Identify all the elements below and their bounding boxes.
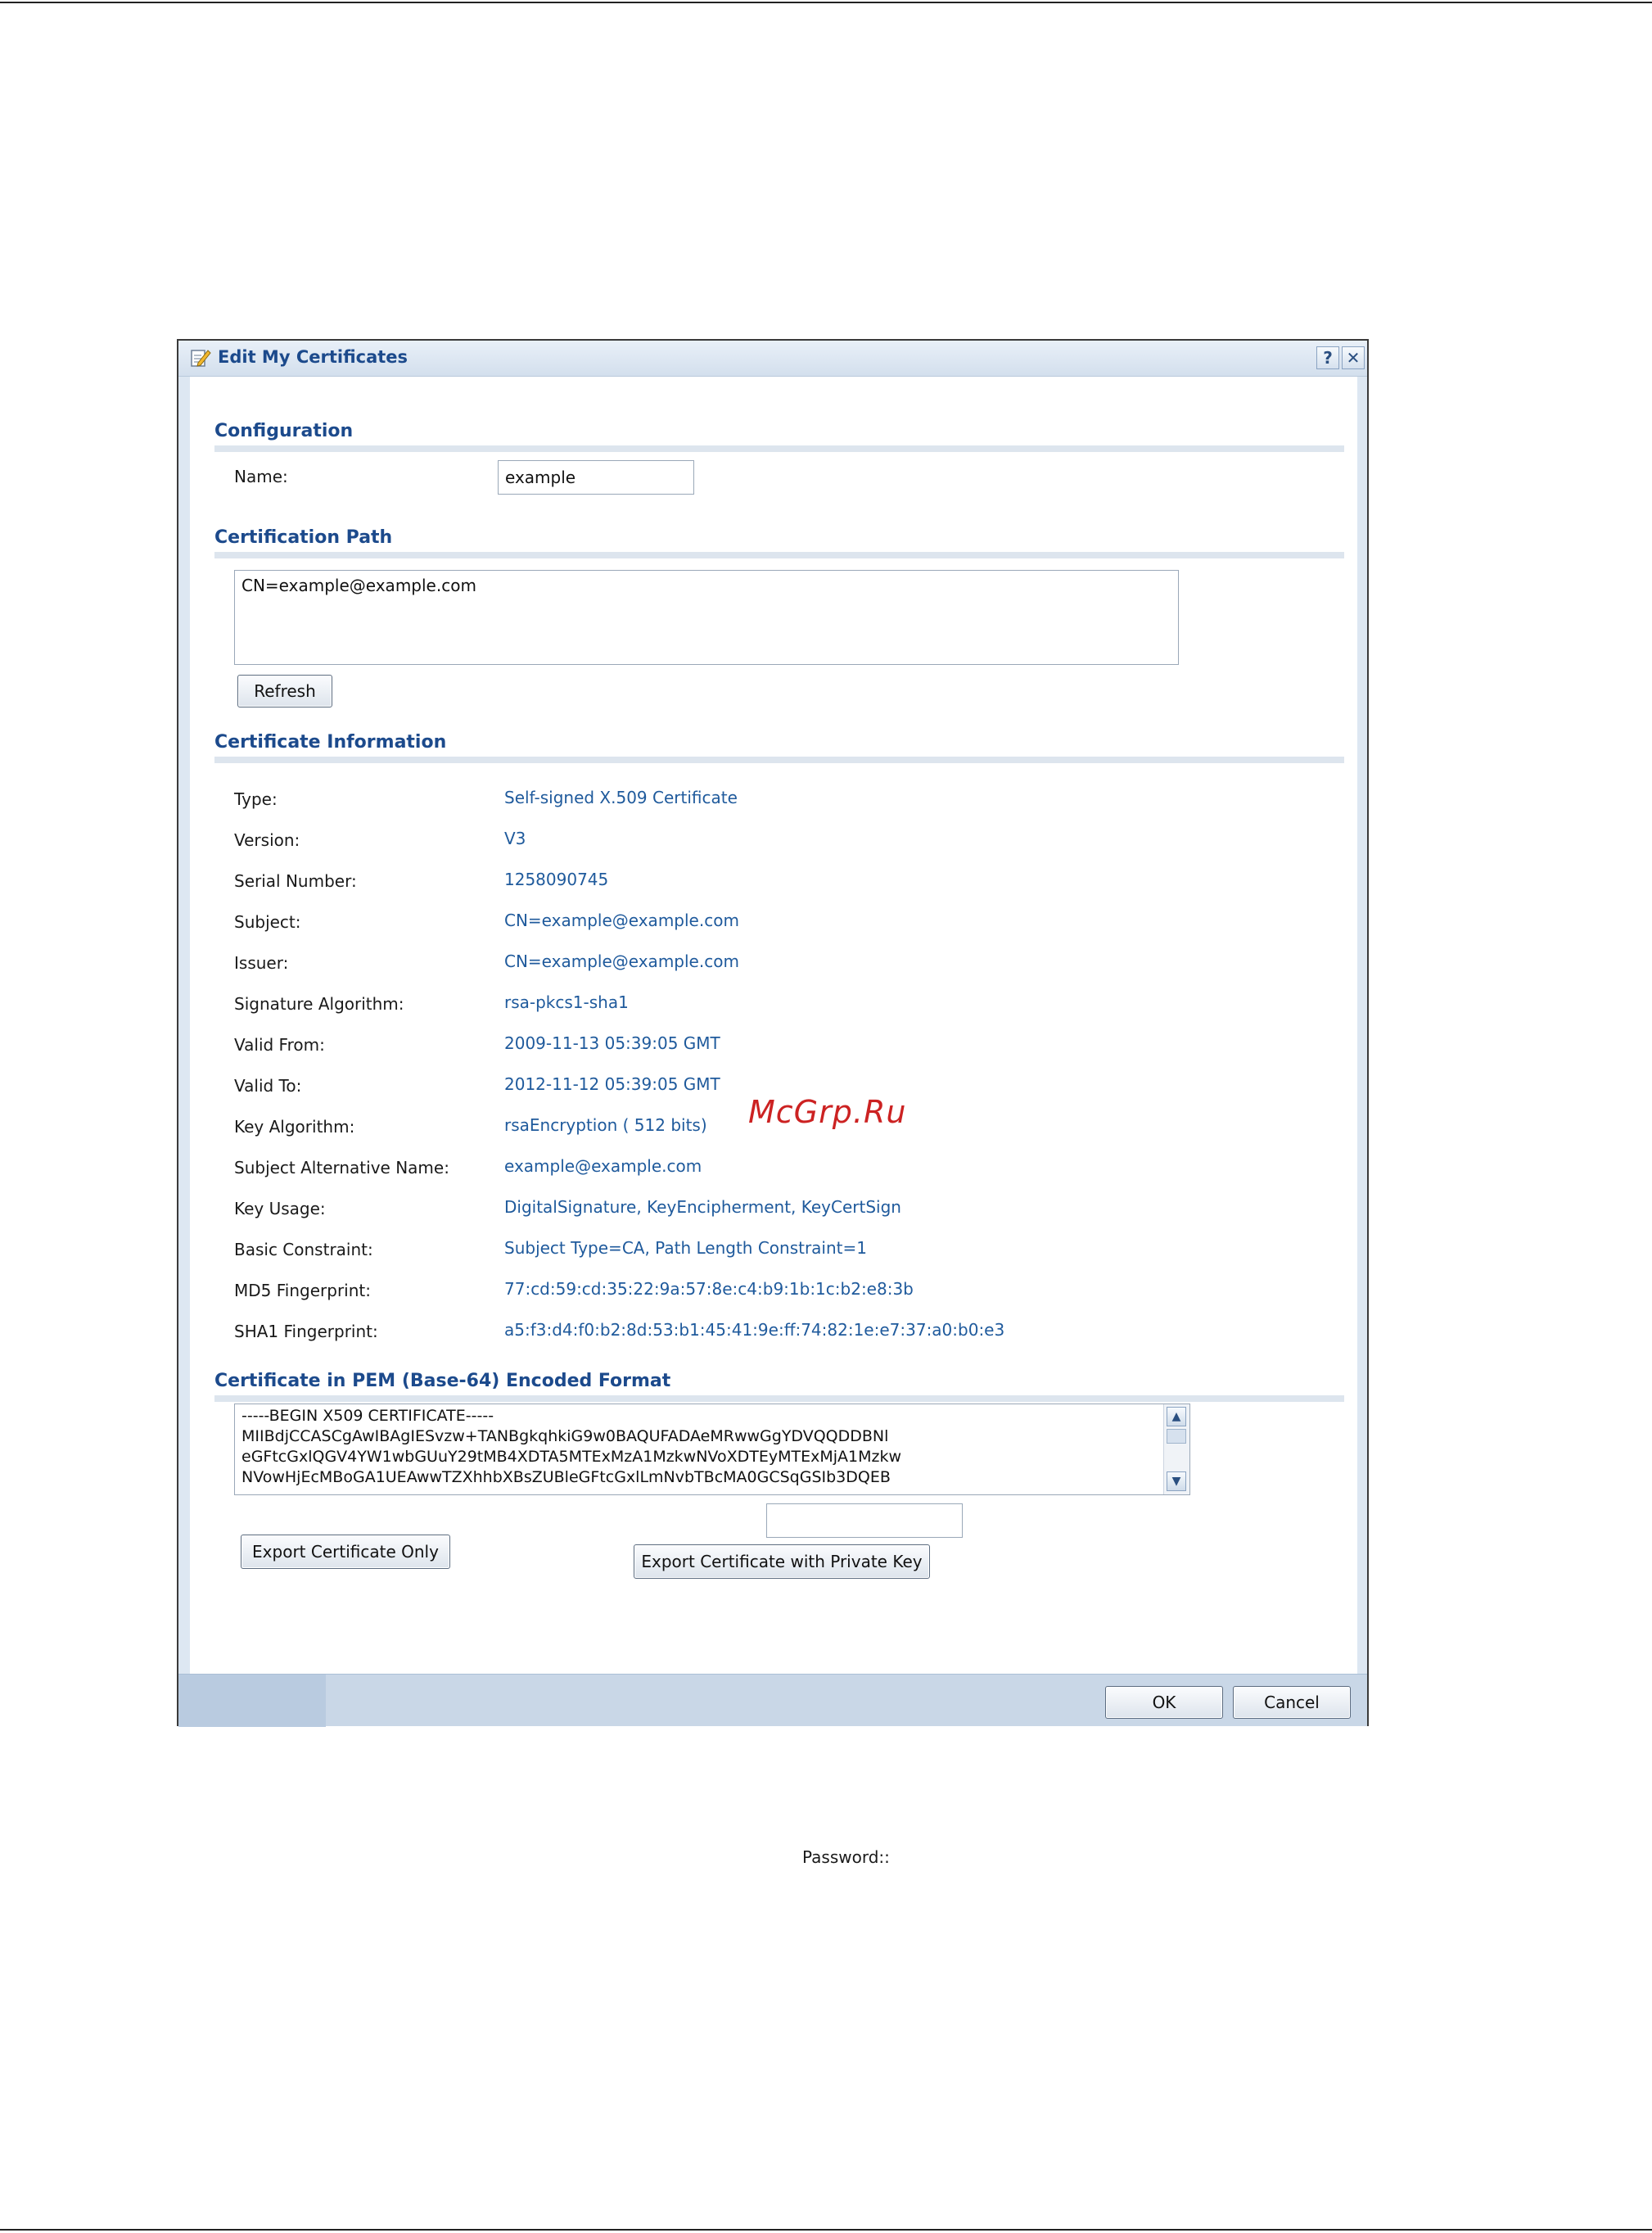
edit-my-certificates-dialog: Edit My Certificates ? ✕ Configuration N… xyxy=(177,339,1369,1867)
name-input[interactable] xyxy=(498,460,694,495)
section-title-pem: Certificate in PEM (Base-64) Encoded For… xyxy=(214,1371,671,1391)
info-value: Self-signed X.509 Certificate xyxy=(504,788,738,807)
section-divider xyxy=(214,445,1344,452)
pem-line: -----BEGIN X509 CERTIFICATE----- xyxy=(241,1407,494,1425)
info-label: Key Algorithm: xyxy=(234,1117,355,1137)
info-value: example@example.com xyxy=(504,1156,702,1176)
section-title-configuration: Configuration xyxy=(214,421,354,441)
info-label: Subject Alternative Name: xyxy=(234,1158,449,1178)
scroll-thumb[interactable] xyxy=(1167,1429,1186,1444)
watermark-text: McGrp.Ru xyxy=(748,1094,907,1130)
cancel-button[interactable]: Cancel xyxy=(1233,1686,1351,1719)
info-value: a5:f3:d4:f0:b2:8d:53:b1:45:41:9e:ff:74:8… xyxy=(504,1320,1005,1340)
info-value: Subject Type=CA, Path Length Constraint=… xyxy=(504,1238,867,1258)
scroll-down-icon[interactable]: ▼ xyxy=(1167,1471,1186,1491)
pem-line: NVowHjEcMBoGA1UEAwwTZXhhbXBsZUBleGFtcGxl… xyxy=(241,1468,891,1486)
footer-left-panel xyxy=(178,1675,326,1727)
info-label: Basic Constraint: xyxy=(234,1240,373,1259)
refresh-button[interactable]: Refresh xyxy=(237,675,332,707)
pem-line: eGFtcGxlQGV4YW1wbGUuY29tMB4XDTA5MTExMzA1… xyxy=(241,1448,901,1466)
pem-line: MIIBdjCCASCgAwIBAgIESvzw+TANBgkqhkiG9w0B… xyxy=(241,1427,889,1445)
pem-text: -----BEGIN X509 CERTIFICATE----- MIIBdjCC… xyxy=(241,1406,1155,1488)
page-top-rule xyxy=(0,2,1652,3)
info-value: 77:cd:59:cd:35:22:9a:57:8e:c4:b9:1b:1c:b… xyxy=(504,1279,914,1299)
export-certificate-with-private-key-button[interactable]: Export Certificate with Private Key xyxy=(634,1544,930,1579)
ok-button[interactable]: OK xyxy=(1105,1686,1223,1719)
info-label: Valid From: xyxy=(234,1035,325,1055)
close-icon[interactable]: ✕ xyxy=(1342,346,1365,369)
info-label: Key Usage: xyxy=(234,1199,326,1218)
info-label: Issuer: xyxy=(234,953,289,973)
info-label: Subject: xyxy=(234,912,301,932)
help-icon[interactable]: ? xyxy=(1316,346,1339,369)
dialog-title: Edit My Certificates xyxy=(218,347,408,367)
section-title-certificate-information: Certificate Information xyxy=(214,732,447,753)
info-value: CN=example@example.com xyxy=(504,911,739,930)
certification-path-entry: CN=example@example.com xyxy=(241,576,476,595)
section-divider xyxy=(214,552,1344,558)
password-input[interactable] xyxy=(766,1503,963,1538)
info-value: 1258090745 xyxy=(504,870,609,889)
info-label: Valid To: xyxy=(234,1076,302,1096)
scroll-up-icon[interactable]: ▲ xyxy=(1167,1407,1186,1426)
info-value: DigitalSignature, KeyEncipherment, KeyCe… xyxy=(504,1197,901,1217)
info-value: V3 xyxy=(504,829,526,848)
info-label: Version: xyxy=(234,830,300,850)
dialog-titlebar: Edit My Certificates ? ✕ xyxy=(178,341,1367,377)
info-value: rsa-pkcs1-sha1 xyxy=(504,992,629,1012)
info-label: Serial Number: xyxy=(234,871,357,891)
export-certificate-only-button[interactable]: Export Certificate Only xyxy=(241,1535,450,1569)
info-label: SHA1 Fingerprint: xyxy=(234,1322,378,1341)
dialog-footer: OK Cancel xyxy=(178,1674,1367,1727)
password-label: Password:: xyxy=(802,1847,890,1867)
info-label: Signature Algorithm: xyxy=(234,994,404,1014)
pem-textarea[interactable]: -----BEGIN X509 CERTIFICATE----- MIIBdjCC… xyxy=(234,1404,1190,1495)
edit-icon xyxy=(191,350,211,367)
info-value: CN=example@example.com xyxy=(504,952,739,971)
info-label: MD5 Fingerprint: xyxy=(234,1281,371,1300)
info-value: 2009-11-13 05:39:05 GMT xyxy=(504,1033,720,1053)
pem-scrollbar[interactable]: ▲ ▼ xyxy=(1163,1404,1189,1494)
info-label: Type: xyxy=(234,789,278,809)
section-divider xyxy=(214,757,1344,763)
section-title-certification-path: Certification Path xyxy=(214,527,393,548)
info-value: 2012-11-12 05:39:05 GMT xyxy=(504,1074,720,1094)
certification-path-box[interactable]: CN=example@example.com xyxy=(234,570,1179,665)
name-label: Name: xyxy=(234,467,288,486)
section-divider xyxy=(214,1395,1344,1402)
page-bottom-rule xyxy=(0,2229,1652,2231)
info-value: rsaEncryption ( 512 bits) xyxy=(504,1115,707,1135)
